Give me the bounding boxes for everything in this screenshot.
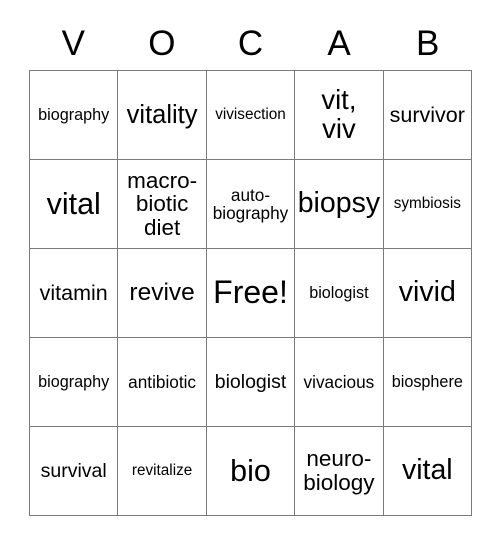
bingo-cell[interactable]: auto- biography (206, 160, 296, 249)
bingo-cell-text: vivacious (303, 371, 375, 392)
bingo-cell[interactable]: vitamin (30, 249, 119, 338)
bingo-cell[interactable]: survivor (383, 71, 472, 160)
bingo-cell-text: biosphere (391, 372, 463, 391)
bingo-header-letter-o: O (148, 23, 176, 63)
bingo-cell-text: revitalize (131, 461, 193, 479)
bingo-cell-text: biologist (309, 283, 369, 302)
bingo-cell-text: vivid (398, 276, 456, 309)
bingo-cell[interactable]: survival (30, 427, 119, 516)
bingo-cell-text: vitality (126, 100, 198, 129)
bingo-cell[interactable]: bio (206, 427, 296, 516)
bingo-header-letter-c: C (237, 23, 264, 63)
bingo-cell-text: biologist (214, 370, 287, 393)
bingo-cell-text: Free! (213, 274, 288, 311)
bingo-cell-text: symbiosis (393, 194, 461, 212)
bingo-cell[interactable]: vital (383, 427, 472, 516)
bingo-cell[interactable]: vit, viv (295, 71, 384, 160)
bingo-header-row: V O C A B (29, 16, 472, 70)
bingo-cell-text: vit, viv (321, 84, 357, 144)
bingo-cell[interactable]: symbiosis (383, 160, 472, 249)
bingo-cell-text: vivisection (215, 105, 286, 123)
bingo-cell[interactable]: biography (30, 71, 119, 160)
bingo-cell[interactable]: biosphere (383, 338, 472, 427)
bingo-grid: biography vitality vivisection vit, viv … (29, 70, 472, 516)
bingo-cell[interactable]: biologist (206, 338, 296, 427)
bingo-cell[interactable]: revitalize (118, 427, 207, 516)
bingo-cell-free-space[interactable]: Free! (206, 249, 296, 338)
bingo-cell-text: survivor (389, 102, 465, 127)
bingo-cell[interactable]: macro- biotic diet (118, 160, 207, 249)
bingo-cell[interactable]: neuro- biology (295, 427, 384, 516)
bingo-cell-text: vital (46, 186, 101, 221)
bingo-cell[interactable]: vivisection (206, 71, 296, 160)
bingo-cell[interactable]: antibiotic (118, 338, 207, 427)
bingo-cell-text: bio (230, 453, 271, 488)
bingo-cell[interactable]: vital (30, 160, 119, 249)
bingo-cell-text: biography (38, 372, 110, 391)
bingo-cell-text: vital (401, 454, 453, 487)
bingo-card: V O C A B biography vitality vivisection… (0, 0, 500, 544)
bingo-cell-text: biopsy (297, 187, 381, 220)
bingo-cell[interactable]: biography (30, 338, 119, 427)
bingo-cell-text: vitamin (39, 280, 108, 305)
bingo-cell[interactable]: biopsy (295, 160, 384, 249)
bingo-cell-text: biography (38, 105, 110, 124)
bingo-header-letter-v: V (61, 23, 85, 63)
bingo-cell-text: macro- biotic diet (127, 167, 198, 240)
bingo-cell-text: survival (40, 459, 107, 482)
bingo-header-letter-a: A (327, 23, 351, 63)
bingo-cell-text: auto- biography (212, 184, 289, 223)
bingo-cell[interactable]: biologist (295, 249, 384, 338)
bingo-cell[interactable]: vivacious (295, 338, 384, 427)
bingo-cell-text: revive (129, 279, 195, 307)
bingo-cell-text: antibiotic (128, 371, 197, 392)
bingo-cell[interactable]: vitality (118, 71, 207, 160)
bingo-cell[interactable]: vivid (383, 249, 472, 338)
bingo-header-letter-b: B (415, 23, 440, 63)
bingo-cell[interactable]: revive (118, 249, 207, 338)
bingo-cell-text: neuro- biology (303, 446, 375, 495)
